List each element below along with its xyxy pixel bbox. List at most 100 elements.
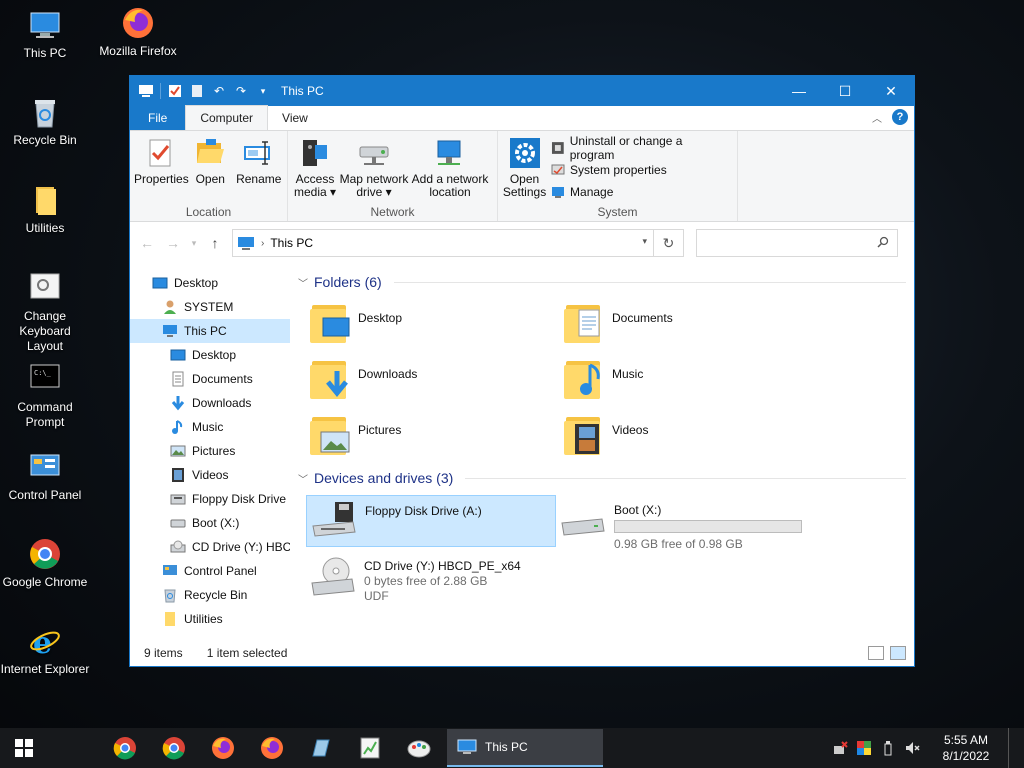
forward-icon[interactable]: → [164, 235, 182, 251]
nav-item-downloads[interactable]: Downloads [130, 391, 290, 415]
desktop-icon-firefox[interactable]: Mozilla Firefox [93, 6, 183, 59]
settings-gear-icon [509, 137, 541, 169]
taskbar-chrome-1[interactable] [100, 728, 149, 768]
back-icon[interactable]: ← [138, 235, 156, 251]
svg-text:e: e [33, 626, 52, 658]
desktop-icon-recycle-bin[interactable]: Recycle Bin [0, 95, 90, 148]
nav-item-floppy-disk-drive[interactable]: Floppy Disk Drive [130, 487, 290, 511]
recycle-bin-icon [28, 95, 62, 129]
nav-item-desktop[interactable]: Desktop [130, 343, 290, 367]
selection-count: 1 item selected [206, 646, 288, 660]
desktop-icon-command-prompt[interactable]: C:\_ Command Prompt [0, 362, 90, 430]
taskbar-task-manager[interactable] [345, 728, 394, 768]
volume-muted-icon[interactable] [904, 740, 920, 756]
folder-videos[interactable]: Videos [564, 411, 818, 459]
this-pc-icon [457, 739, 477, 754]
tab-file[interactable]: File [130, 106, 186, 130]
folder-downloads[interactable]: Downloads [310, 355, 564, 403]
taskbar-firefox-1[interactable] [198, 728, 247, 768]
nav-item-videos[interactable]: Videos [130, 463, 290, 487]
address-dropdown-icon[interactable]: ▾ [642, 236, 647, 247]
uninstall-program-button[interactable]: Uninstall or change a program [551, 134, 727, 162]
ribbon-group-system: Open Settings Uninstall or change a prog… [498, 131, 738, 221]
color-palette-icon[interactable] [856, 740, 872, 756]
taskbar-paint[interactable] [394, 728, 443, 768]
nav-item-this-pc[interactable]: This PC [130, 319, 290, 343]
system-properties-button[interactable]: System properties [551, 161, 727, 179]
nav-item-desktop-root[interactable]: Desktop [130, 271, 290, 295]
drives-group-header[interactable]: ﹀ Devices and drives (3) [298, 465, 914, 491]
folder-pictures[interactable]: Pictures [310, 411, 564, 459]
computer-icon [163, 325, 177, 337]
address-bar[interactable]: › This PC ▾ ↻ [232, 229, 684, 257]
collapse-ribbon-icon[interactable]: ︿ [872, 110, 882, 125]
taskbar-pinned [100, 728, 443, 768]
desktop-icon-utilities[interactable]: Utilities [0, 183, 90, 236]
taskbar-notepad[interactable] [296, 728, 345, 768]
desktop-icon-this-pc[interactable]: This PC [0, 8, 90, 61]
nav-item-music[interactable]: Music [130, 415, 290, 439]
manage-button[interactable]: Manage [551, 183, 727, 201]
ribbon-tab-tools: ︿ ? [872, 109, 908, 125]
firefox-icon [211, 737, 234, 759]
taskbar-this-pc[interactable]: This PC [447, 729, 603, 767]
redo-icon[interactable]: ↷ [233, 83, 249, 99]
folder-music[interactable]: Music [564, 355, 818, 403]
search-box[interactable] [696, 229, 898, 257]
usb-device-icon[interactable] [880, 740, 896, 756]
nav-item-utilities[interactable]: Utilities [130, 607, 290, 631]
folder-desktop[interactable]: Desktop [310, 299, 564, 347]
videos-icon [172, 468, 184, 482]
search-icon [877, 236, 889, 248]
close-icon[interactable]: ✕ [868, 76, 914, 106]
help-icon[interactable]: ? [892, 109, 908, 125]
nav-item-system-user[interactable]: SYSTEM [130, 295, 290, 319]
properties-check-icon[interactable] [167, 83, 183, 99]
desktop-folder-icon [310, 299, 350, 347]
folder-icon [28, 183, 62, 217]
show-desktop-button[interactable] [1008, 728, 1014, 768]
taskbar-chrome-2[interactable] [149, 728, 198, 768]
nav-item-recycle-bin[interactable]: Recycle Bin [130, 583, 290, 607]
taskbar: This PC 5:55 AM 8/1/2022 [0, 728, 1024, 768]
taskbar-firefox-2[interactable] [247, 728, 296, 768]
window-controls: — ☐ ✕ [776, 76, 914, 106]
large-icons-view-icon[interactable] [890, 646, 906, 660]
drive-boot-x[interactable]: Boot (X:) 0.98 GB free of 0.98 GB [556, 495, 816, 551]
clock[interactable]: 5:55 AM 8/1/2022 [936, 732, 996, 764]
desktop-icon-internet-explorer[interactable]: e Internet Explorer [0, 624, 90, 677]
tab-view[interactable]: View [268, 106, 322, 130]
drive-cd-y[interactable]: CD Drive (Y:) HBCD_PE_x64 0 bytes free o… [306, 551, 556, 603]
desktop-icon-change-keyboard-layout[interactable]: Change Keyboard Layout [0, 271, 90, 354]
nav-item-cd-drive[interactable]: CD Drive (Y:) HBC [130, 535, 290, 559]
nav-item-boot-drive[interactable]: Boot (X:) [130, 511, 290, 535]
desktop-icon-google-chrome[interactable]: Google Chrome [0, 537, 90, 590]
drive-floppy-a[interactable]: Floppy Disk Drive (A:) [306, 495, 556, 547]
firefox-icon [121, 6, 155, 40]
customize-qat-icon[interactable]: ▾ [255, 83, 271, 99]
minimize-icon[interactable]: — [776, 76, 822, 106]
recent-locations-icon[interactable]: ▾ [190, 238, 198, 249]
maximize-icon[interactable]: ☐ [822, 76, 868, 106]
nav-item-pictures[interactable]: Pictures [130, 439, 290, 463]
new-folder-icon[interactable] [189, 83, 205, 99]
undo-icon[interactable]: ↶ [211, 83, 227, 99]
start-button[interactable] [0, 728, 48, 768]
notepad-icon [311, 739, 330, 757]
nav-item-control-panel[interactable]: Control Panel [130, 559, 290, 583]
search-input[interactable] [697, 230, 867, 256]
up-icon[interactable]: ↑ [206, 235, 224, 251]
refresh-icon[interactable]: ↻ [653, 230, 683, 256]
desktop-icon-control-panel[interactable]: Control Panel [0, 450, 90, 503]
details-view-icon[interactable] [868, 646, 884, 660]
clock-date: 8/1/2022 [942, 749, 990, 763]
folders-group-header[interactable]: ﹀ Folders (6) [298, 269, 914, 295]
rename-icon [243, 137, 275, 169]
network-status-icon[interactable] [832, 740, 848, 756]
address-bar-row: ← → ▾ ↑ › This PC ▾ ↻ [130, 222, 914, 264]
tab-computer[interactable]: Computer [185, 105, 269, 130]
folder-documents[interactable]: Documents [564, 299, 818, 347]
nav-item-documents[interactable]: Documents [130, 367, 290, 391]
control-panel-icon [163, 565, 177, 575]
breadcrumb-this-pc[interactable]: This PC [270, 236, 313, 250]
